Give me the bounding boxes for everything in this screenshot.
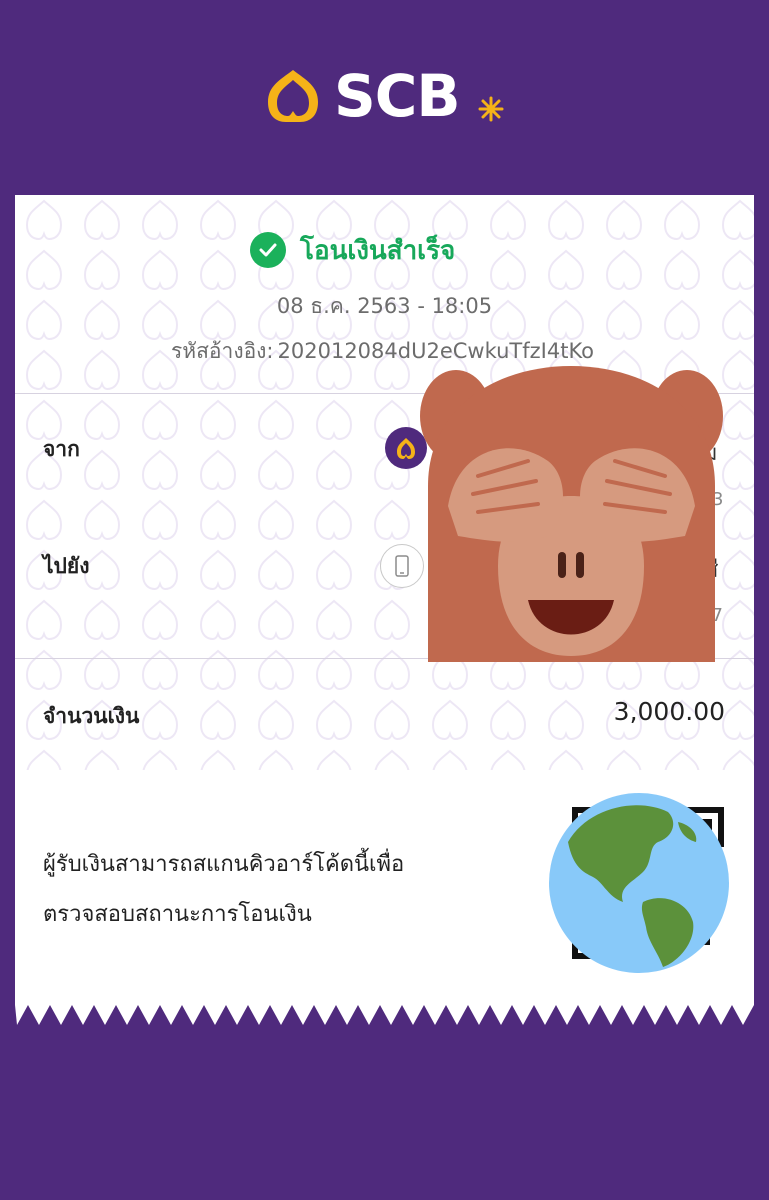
qr-note-line-2: ตรวจสอบสถานะการโอนเงิน bbox=[43, 902, 312, 927]
scb-logo: SCB bbox=[262, 62, 512, 130]
globe-americas-emoji-icon bbox=[549, 793, 729, 973]
receipt-zigzag-edge bbox=[15, 995, 754, 1025]
transfer-status: โอนเงินสำเร็จ bbox=[250, 230, 455, 270]
reference-value: 202012084dU2eCwkuTfzI4tKo bbox=[277, 339, 595, 363]
qr-note: ผู้รับเงินสามารถสแกนคิวอาร์โค้ดนี้เพื่อ … bbox=[43, 840, 503, 940]
status-text: โอนเงินสำเร็จ bbox=[300, 235, 456, 266]
app-header: SCB bbox=[0, 0, 769, 195]
asterisk-star-icon bbox=[478, 96, 504, 122]
from-label: จาก bbox=[43, 437, 80, 461]
see-no-evil-monkey-emoji-icon bbox=[420, 366, 723, 662]
check-circle-icon bbox=[250, 232, 286, 268]
amount-label: จำนวนเงิน bbox=[43, 704, 140, 728]
qr-note-line-1: ผู้รับเงินสามารถสแกนคิวอาร์โค้ดนี้เพื่อ bbox=[43, 852, 405, 877]
to-label: ไปยัง bbox=[43, 554, 90, 578]
reference-line: รหัสอ้างอิง: 202012084dU2eCwkuTfzI4tKo bbox=[15, 335, 754, 368]
amount-value: 3,000.00 bbox=[613, 697, 725, 726]
transaction-datetime: 08 ธ.ค. 2563 - 18:05 bbox=[276, 294, 493, 318]
brand-name: SCB bbox=[334, 62, 461, 130]
reference-label: รหัสอ้างอิง: bbox=[170, 339, 274, 363]
scb-lotus-logo-icon bbox=[268, 70, 318, 122]
